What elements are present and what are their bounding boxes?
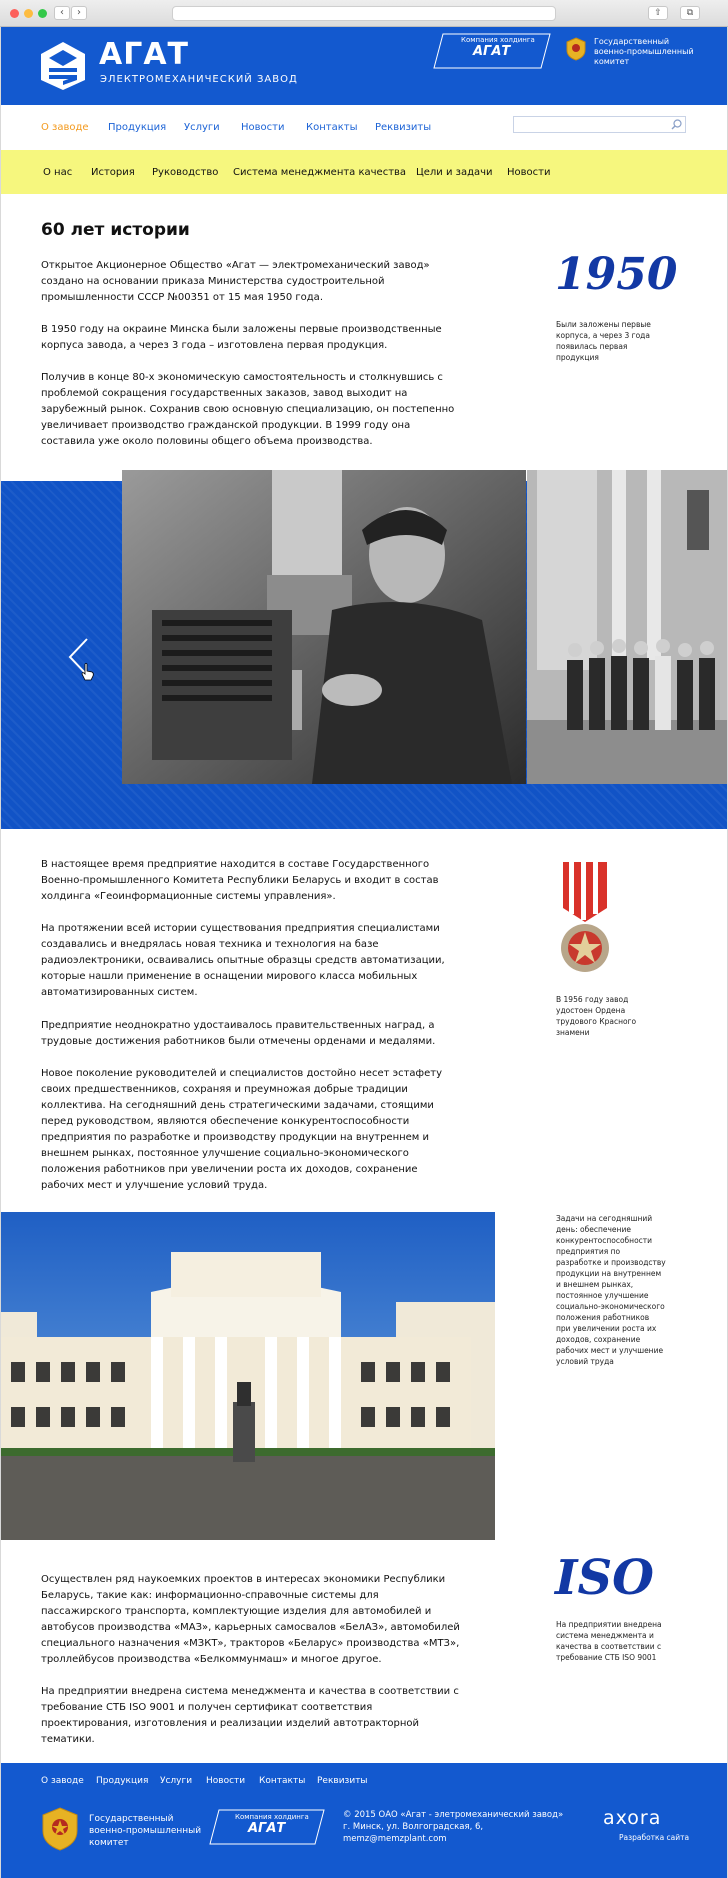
current-status-paragraph: В настоящее время предприятие находится …	[41, 859, 439, 902]
email-link[interactable]: memz@memzplant.com	[343, 1833, 568, 1845]
worker-photo	[122, 470, 526, 784]
footer-committee-label[interactable]: Государственный военно-промышленный коми…	[89, 1813, 209, 1849]
subnav-quality-system[interactable]: Система менеджмента качества	[233, 167, 406, 178]
intro-paragraph: Открытое Акционерное Общество «Агат — эл…	[41, 260, 430, 303]
logo-title[interactable]: АГАТ	[99, 37, 189, 72]
technology-paragraph: На протяжении всей истории существования…	[41, 923, 445, 998]
state-emblem-icon	[566, 37, 586, 61]
address-bar[interactable]	[172, 6, 556, 21]
subnav-history[interactable]: История	[91, 167, 135, 178]
holding-brand: АГАТ	[473, 44, 511, 59]
subnav-about-us[interactable]: О нас	[43, 167, 72, 178]
year-note: Были заложены первые корпуса, а через 3 …	[556, 320, 651, 362]
close-window-icon[interactable]	[10, 9, 19, 18]
site-footer: О заводе Продукция Услуги Новости Контак…	[1, 1763, 727, 1878]
iso-note: На предприятии внедрена система менеджме…	[556, 1620, 662, 1662]
nav-news[interactable]: Новости	[241, 122, 284, 133]
page-title: 60 лет истории	[41, 220, 190, 240]
minimize-window-icon[interactable]	[24, 9, 33, 18]
agat-logo-icon[interactable]	[39, 40, 87, 92]
site-header: АГАТ ЭЛЕКТРОМЕХАНИЧЕСКИЙ ЗАВОД Компания …	[1, 27, 727, 105]
footer-nav-news[interactable]: Новости	[206, 1776, 245, 1786]
economy-paragraph: Получив в конце 80-х экономическую самос…	[41, 372, 455, 447]
subnav-management[interactable]: Руководство	[152, 167, 218, 178]
footer-holding-brand: АГАТ	[248, 1821, 286, 1836]
footer-nav-requisites[interactable]: Реквизиты	[317, 1776, 368, 1786]
awards-paragraph: Предприятие неоднократно удостаивалось п…	[41, 1020, 436, 1047]
nav-contacts[interactable]: Контакты	[306, 122, 357, 133]
mouse-pointer-icon	[81, 663, 94, 681]
tabs-icon[interactable]: ⧉	[680, 6, 700, 20]
nav-services[interactable]: Услуги	[184, 122, 220, 133]
state-emblem-icon	[42, 1807, 78, 1851]
subnav-goals[interactable]: Цели и задачи	[416, 167, 493, 178]
footer-nav-products[interactable]: Продукция	[96, 1776, 148, 1786]
logo-subtitle: ЭЛЕКТРОМЕХАНИЧЕСКИЙ ЗАВОД	[100, 74, 298, 85]
footer-holding-label: Компания холдинга	[235, 1813, 309, 1821]
forward-icon[interactable]: ›	[71, 6, 87, 20]
veterans-photo	[527, 470, 727, 784]
projects-paragraph: Осуществлен ряд наукоемких проектов в ин…	[41, 1574, 460, 1665]
share-icon[interactable]: ⇧	[648, 6, 668, 20]
subnav-news[interactable]: Новости	[507, 167, 550, 178]
nav-about[interactable]: О заводе	[41, 122, 89, 133]
zoom-window-icon[interactable]	[38, 9, 47, 18]
developer-label[interactable]: Разработка сайта	[619, 1833, 689, 1842]
footer-contacts: © 2015 ОАО «Агат - элетромеханический за…	[343, 1809, 568, 1845]
iso-label: ISO	[555, 1550, 654, 1606]
committee-label[interactable]: Государственный военно-промышленный коми…	[594, 37, 704, 67]
nav-requisites[interactable]: Реквизиты	[375, 122, 431, 133]
tasks-note: Задачи на сегодняшний день: обеспечение …	[556, 1214, 666, 1366]
section-navigation: О нас История Руководство Система менедж…	[1, 150, 727, 194]
footer-nav-contacts[interactable]: Контакты	[259, 1776, 305, 1786]
order-medal-icon	[561, 862, 609, 972]
back-icon[interactable]: ‹	[54, 6, 70, 20]
footer-nav-services[interactable]: Услуги	[160, 1776, 192, 1786]
copyright: © 2015 ОАО «Агат - элетромеханический за…	[343, 1810, 564, 1820]
new-generation-paragraph: Новое поколение руководителей и специали…	[41, 1068, 442, 1191]
footer-nav-about[interactable]: О заводе	[41, 1776, 84, 1786]
address: г. Минск, ул. Волгоградская, 6,	[343, 1822, 484, 1832]
search-input[interactable]	[513, 116, 686, 133]
search-icon[interactable]	[670, 118, 683, 131]
factory-building-photo	[1, 1212, 495, 1540]
browser-toolbar: ‹ › ⇧ ⧉	[0, 0, 728, 27]
developer-logo[interactable]: axora	[603, 1807, 661, 1829]
nav-products[interactable]: Продукция	[108, 122, 166, 133]
history-paragraph: В 1950 году на окраине Минска были залож…	[41, 324, 442, 351]
quality-paragraph: На предприятии внедрена система менеджме…	[41, 1686, 459, 1745]
web-page: АГАТ ЭЛЕКТРОМЕХАНИЧЕСКИЙ ЗАВОД Компания …	[1, 27, 727, 1878]
year-label: 1950	[555, 249, 678, 300]
order-note: В 1956 году завод удостоен Ордена трудов…	[556, 995, 637, 1037]
holding-label: Компания холдинга	[461, 36, 535, 44]
